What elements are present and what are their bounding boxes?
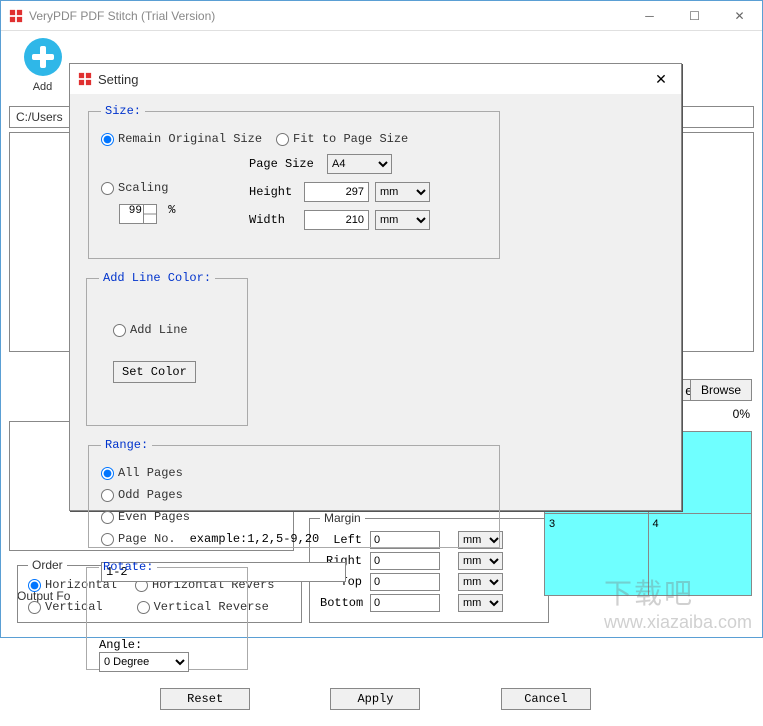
range-group: Range: All Pages Odd Pages Even Pages Pa… [88,438,500,548]
size-remain-radio[interactable] [101,133,114,146]
rotate-group: Rotate: Angle: 0 Degree [86,560,248,670]
addline-radio[interactable] [113,324,126,337]
size-legend: Size: [101,104,145,118]
width-input[interactable] [304,210,369,230]
size-scaling-radio[interactable] [101,182,114,195]
apply-button[interactable]: Apply [330,688,420,710]
range-even-radio[interactable] [101,511,114,524]
height-input[interactable] [304,182,369,202]
addline-legend: Add Line Color: [99,271,215,285]
dialog-close-button[interactable]: ✕ [641,64,681,94]
width-unit[interactable]: mm [375,210,430,230]
angle-select[interactable]: 0 Degree [99,652,189,672]
main-window: VeryPDF PDF Stitch (Trial Version) ─ ☐ ✕… [0,0,763,638]
size-fit-radio[interactable] [276,133,289,146]
range-odd-radio[interactable] [101,489,114,502]
addline-group: Add Line Color: Add Line Set Color [86,271,248,426]
cancel-button[interactable]: Cancel [501,688,591,710]
reset-button[interactable]: Reset [160,688,250,710]
scaling-spinner[interactable]: 99 [119,204,157,224]
range-pageno-radio[interactable] [101,533,114,546]
dialog-icon [78,72,92,86]
page-size-select[interactable]: A4 [327,154,392,174]
set-color-button[interactable]: Set Color [113,361,196,383]
rotate-legend: Rotate: [99,560,157,574]
settings-dialog: Setting ✕ Size: Remain Original Size Fit… [69,63,682,511]
size-group: Size: Remain Original Size Fit to Page S… [88,104,500,259]
height-unit[interactable]: mm [375,182,430,202]
dialog-titlebar: Setting ✕ [70,64,681,94]
dialog-overlay: Setting ✕ Size: Remain Original Size Fit… [1,1,762,637]
range-all-radio[interactable] [101,467,114,480]
range-legend: Range: [101,438,152,452]
dialog-title: Setting [98,72,641,87]
